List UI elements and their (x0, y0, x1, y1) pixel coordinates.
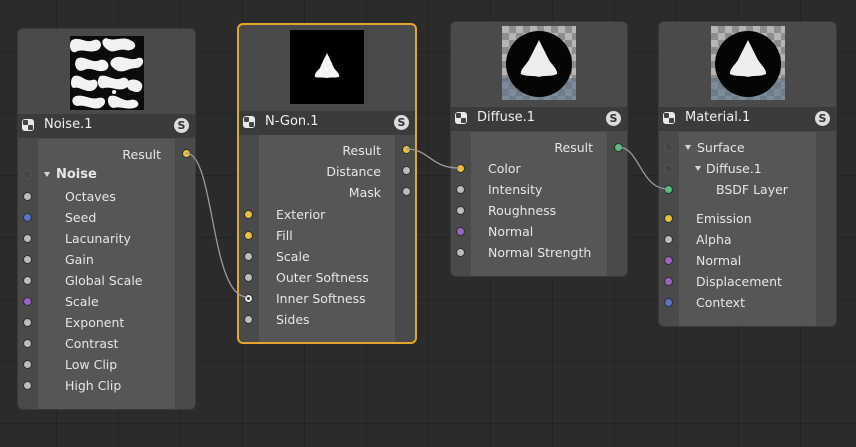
ngon-preview-thumbnail (290, 30, 364, 104)
material-input-context: Context (696, 295, 745, 310)
diffuse-port-normal-strength[interactable] (456, 248, 465, 257)
material-surface-port[interactable] (664, 143, 673, 152)
material-title: Material.1 (685, 110, 751, 125)
noise-input-low-clip: Low Clip (65, 357, 118, 372)
noise-input-high-clip: High Clip (65, 378, 122, 393)
solo-button[interactable]: S (815, 111, 830, 126)
diffuse-result-port[interactable] (614, 143, 623, 152)
noise-node[interactable]: Noise.1 S Result Noise Octaves Seed Lacu… (17, 28, 196, 410)
diffuse-input-normal: Normal (488, 224, 534, 239)
ngon-output-distance: Distance (326, 164, 381, 179)
noise-input-scale: Scale (65, 294, 99, 309)
noise-port-scale[interactable] (23, 297, 32, 306)
material-port-normal[interactable] (664, 256, 673, 265)
ngon-node[interactable]: N-Gon.1 S Result Distance Mask Exterior … (237, 23, 417, 344)
solo-button[interactable]: S (394, 115, 409, 130)
diffuse-port-roughness[interactable] (456, 206, 465, 215)
material-surface-child: Diffuse.1 (706, 161, 762, 176)
checker-icon (243, 116, 255, 128)
diffuse-title: Diffuse.1 (477, 110, 535, 125)
ngon-output-result: Result (342, 143, 381, 158)
material-preview-thumbnail (710, 26, 785, 100)
ngon-output-mask: Mask (348, 185, 381, 200)
noise-port-low-clip[interactable] (23, 360, 32, 369)
noise-result-port[interactable] (182, 149, 191, 158)
noise-output-label: Result (122, 147, 161, 162)
material-input-displacement: Displacement (696, 274, 782, 289)
noise-port-gain[interactable] (23, 255, 32, 264)
material-bsdf-layer-port[interactable] (664, 185, 673, 194)
material-surface-label: Surface (697, 140, 745, 155)
checker-icon (663, 112, 675, 124)
ngon-result-port[interactable] (402, 145, 411, 154)
noise-header[interactable]: Noise.1 S (18, 114, 195, 138)
noise-port-exponent[interactable] (23, 318, 32, 327)
ngon-input-scale: Scale (276, 249, 310, 264)
noise-preview-thumbnail (69, 36, 144, 110)
noise-port-high-clip[interactable] (23, 381, 32, 390)
ngon-header[interactable]: N-Gon.1 S (239, 111, 415, 135)
material-port-alpha[interactable] (664, 235, 673, 244)
diffuse-header[interactable]: Diffuse.1 S (451, 107, 627, 131)
material-input-alpha: Alpha (696, 232, 732, 247)
diffuse-port-color[interactable] (456, 164, 465, 173)
noise-input-seed: Seed (65, 210, 97, 225)
noise-port-lacunarity[interactable] (23, 234, 32, 243)
material-port-displacement[interactable] (664, 277, 673, 286)
ngon-title: N-Gon.1 (265, 114, 319, 129)
solo-button[interactable]: S (606, 111, 621, 126)
diffuse-input-intensity: Intensity (488, 182, 543, 197)
noise-input-exponent: Exponent (65, 315, 125, 330)
material-input-emission: Emission (696, 211, 752, 226)
noise-port-octaves[interactable] (23, 192, 32, 201)
noise-input-contrast: Contrast (65, 336, 119, 351)
noise-input-lacunarity: Lacunarity (65, 231, 131, 246)
ngon-port-scale[interactable] (244, 252, 253, 261)
ngon-distance-port[interactable] (402, 166, 411, 175)
material-input-normal: Normal (696, 253, 742, 268)
diffuse-input-color: Color (488, 161, 521, 176)
expand-arrow-icon[interactable] (685, 145, 691, 150)
ngon-input-sides: Sides (276, 312, 310, 327)
ngon-port-exterior[interactable] (244, 210, 253, 219)
ngon-input-exterior: Exterior (276, 207, 326, 222)
diffuse-port-normal[interactable] (456, 227, 465, 236)
ngon-input-outer-softness: Outer Softness (276, 270, 369, 285)
noise-group-label: Noise (56, 167, 97, 182)
diffuse-preview-thumbnail (502, 26, 576, 100)
noise-input-octaves: Octaves (65, 189, 116, 204)
noise-port-contrast[interactable] (23, 339, 32, 348)
ngon-port-sides[interactable] (244, 315, 253, 324)
diffuse-node[interactable]: Diffuse.1 S Result Color Intensity Rough… (450, 21, 628, 277)
checker-icon (22, 119, 34, 131)
noise-input-global-scale: Global Scale (65, 273, 143, 288)
checker-icon (455, 112, 467, 124)
diffuse-output-label: Result (554, 140, 593, 155)
noise-title: Noise.1 (44, 117, 93, 132)
expand-arrow-icon[interactable] (44, 172, 50, 177)
diffuse-input-roughness: Roughness (488, 203, 557, 218)
solo-button[interactable]: S (174, 118, 189, 133)
noise-group-port[interactable] (23, 170, 32, 179)
diffuse-port-intensity[interactable] (456, 185, 465, 194)
material-port-emission[interactable] (664, 214, 673, 223)
ngon-port-inner-softness[interactable] (244, 294, 253, 303)
material-bsdf-layer: BSDF Layer (716, 182, 788, 197)
expand-arrow-icon[interactable] (695, 166, 701, 171)
ngon-port-fill[interactable] (244, 231, 253, 240)
material-header[interactable]: Material.1 S (659, 107, 836, 131)
ngon-input-inner-softness: Inner Softness (276, 291, 366, 306)
material-node[interactable]: Material.1 S Surface Diffuse.1 BSDF Laye… (658, 21, 837, 327)
ngon-mask-port[interactable] (402, 187, 411, 196)
noise-port-global-scale[interactable] (23, 276, 32, 285)
diffuse-input-normal-strength: Normal Strength (488, 245, 592, 260)
material-port-context[interactable] (664, 298, 673, 307)
noise-input-gain: Gain (65, 252, 94, 267)
material-diffuse-port[interactable] (664, 164, 673, 173)
noise-port-seed[interactable] (23, 213, 32, 222)
ngon-input-fill: Fill (276, 228, 293, 243)
ngon-port-outer-softness[interactable] (244, 273, 253, 282)
